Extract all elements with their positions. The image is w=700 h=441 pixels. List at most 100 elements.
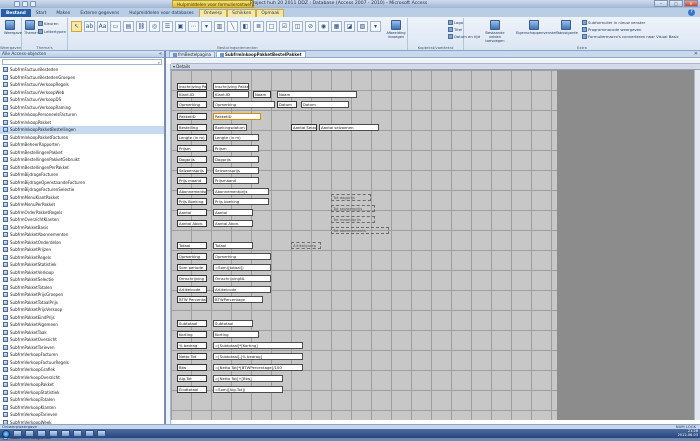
subform-new-window-button[interactable]: Subformulier in nieuw venster bbox=[582, 19, 645, 25]
form-label[interactable]: % bedrag bbox=[177, 342, 207, 349]
form-label[interactable]: Naam bbox=[253, 91, 271, 98]
view-code-button[interactable]: Programmacode weergeven bbox=[582, 26, 641, 32]
nav-list-item[interactable]: SubfrmMenuPerPakket bbox=[0, 201, 164, 209]
chart-control-icon[interactable]: ▥ bbox=[214, 21, 225, 32]
form-textbox[interactable]: =[Netto Tot]+[Btw] bbox=[213, 375, 283, 382]
form-label[interactable]: Aantal Abon. bbox=[177, 220, 207, 227]
nav-list-item[interactable]: SubfrmPakketOnderdelen bbox=[0, 239, 164, 247]
nav-list-item[interactable]: SubfrmBestellingenPakketGebruikt bbox=[0, 156, 164, 164]
nav-list-item[interactable]: SubfrmPakketOverzicht bbox=[0, 336, 164, 344]
form-textbox[interactable]: Prijsm bbox=[213, 145, 259, 152]
nav-list-item[interactable]: SubfrmPakketBasis bbox=[0, 224, 164, 232]
form-label[interactable]: Prijs Boeking bbox=[177, 198, 207, 205]
doc-tab-frmbestelpagina[interactable]: frmBestelpagina bbox=[169, 51, 215, 57]
start-button[interactable] bbox=[2, 430, 10, 438]
form-textbox[interactable]: Dagprijs bbox=[213, 156, 259, 163]
form-textbox[interactable]: Totaal bbox=[213, 242, 253, 249]
excel-icon[interactable] bbox=[73, 430, 82, 437]
form-label[interactable]: Inschrijving Pakket bbox=[177, 83, 207, 90]
vertical-scrollbar[interactable] bbox=[694, 70, 700, 420]
page-break-icon[interactable]: ⋯ bbox=[188, 21, 199, 32]
nav-search-input[interactable]: ⌕ bbox=[2, 59, 162, 65]
nav-pane-header[interactable]: Alle Access-objecten« bbox=[0, 51, 164, 58]
nav-list-item[interactable]: SubfrmPakketEindPrijs bbox=[0, 314, 164, 322]
nav-list-item[interactable]: SubfrmPakketTaak bbox=[0, 329, 164, 337]
nav-list-item[interactable]: SubfrmBeheerRapporten bbox=[0, 141, 164, 149]
subform-control-icon[interactable]: ▦ bbox=[331, 21, 342, 32]
design-grid[interactable]: Inschrijving PakketInschrijving Pakket.I… bbox=[171, 70, 557, 420]
nav-list-item[interactable]: SubfrmVerkoopOverzicht bbox=[0, 374, 164, 382]
nav-list-item[interactable]: SubfrmVerkoopTotalen bbox=[0, 396, 164, 404]
nav-list-item[interactable]: SubfrmBijdrageFacturen bbox=[0, 171, 164, 179]
form-label[interactable]: Bestelling bbox=[177, 124, 207, 131]
option-button-icon[interactable]: ◉ bbox=[318, 21, 329, 32]
nav-list-item[interactable]: SubfrmPakketTotalen bbox=[0, 284, 164, 292]
form-label[interactable]: Klant.ID bbox=[177, 91, 207, 98]
select-pointer-icon[interactable]: ↖ bbox=[71, 21, 82, 32]
attachment-control-icon[interactable]: ⊘ bbox=[305, 21, 316, 32]
more-controls-icon[interactable]: ▾ bbox=[370, 21, 381, 32]
unbound-object-icon[interactable]: ◫ bbox=[292, 21, 303, 32]
tab-database-tools[interactable]: Hulpmiddelen voor databases bbox=[124, 9, 198, 17]
nav-list-item[interactable]: SubfrmVerkoopKlanten bbox=[0, 404, 164, 412]
nav-list-item[interactable]: SubfrmInkoopPakketBestellingen bbox=[0, 126, 164, 134]
form-label[interactable]: Netto Tot bbox=[177, 353, 207, 360]
form-label[interactable]: Dagprijs bbox=[177, 156, 207, 163]
hidden-textbox[interactable]: Tot maandprijs bbox=[331, 216, 375, 223]
property-sheet-button[interactable]: Eigenschappenvenster bbox=[516, 19, 552, 39]
doc-tab-subform[interactable]: SubfrmInkoopPakketBestelPakket bbox=[216, 51, 306, 57]
nav-list-item[interactable]: SubfrmPakketPrijsVerkoop bbox=[0, 306, 164, 314]
nav-list-item[interactable]: SubfrmPakketAbonnementen bbox=[0, 231, 164, 239]
chrome-icon[interactable] bbox=[49, 430, 58, 437]
option-group-icon[interactable]: ▣ bbox=[175, 21, 186, 32]
form-textbox[interactable]: Klant.ID bbox=[213, 91, 249, 98]
nav-list-item[interactable]: SubfrmVerkoopGrafiek bbox=[0, 366, 164, 374]
checkbox-control-icon[interactable]: ☑ bbox=[279, 21, 290, 32]
combo-box-icon[interactable]: ▾ bbox=[201, 21, 212, 32]
nav-list-item[interactable]: SubfrmOverzichtKlanten bbox=[0, 216, 164, 224]
hidden-textbox[interactable]: Tot seizoenprijs bbox=[331, 205, 375, 212]
hyperlink-control-icon[interactable]: ⛓ bbox=[136, 21, 147, 32]
form-label[interactable]: PakketID bbox=[177, 113, 207, 120]
form-textbox[interactable]: =[Subtotaal]*[Korting] bbox=[213, 342, 303, 349]
tab-file[interactable]: Bestand bbox=[1, 9, 31, 17]
nav-list-item[interactable]: SubfrmPakketAlgemeen bbox=[0, 321, 164, 329]
nav-list-item[interactable]: SubfrmFactuurVerkoopWeb bbox=[0, 89, 164, 97]
access-icon[interactable] bbox=[85, 430, 94, 437]
tab-format[interactable]: Opmaak bbox=[256, 9, 284, 17]
form-label[interactable]: Prijs maand bbox=[177, 177, 207, 184]
views-button[interactable]: Weergave bbox=[4, 19, 16, 39]
nav-list-item[interactable]: SubfrmPakketTarieven bbox=[0, 344, 164, 352]
navigation-control-icon[interactable]: ☰ bbox=[162, 21, 173, 32]
form-textbox[interactable]: Opmerking bbox=[213, 101, 275, 108]
form-textbox[interactable]: Aantal seizoenen bbox=[319, 124, 379, 131]
tab-order-button[interactable]: Tabvolgorde bbox=[556, 19, 576, 39]
form-label[interactable]: Prijsm bbox=[177, 145, 207, 152]
hidden-textbox[interactable]: Tot dagprijs bbox=[331, 194, 371, 201]
button-control-icon[interactable]: ▭ bbox=[110, 21, 121, 32]
redo-icon[interactable] bbox=[30, 1, 36, 7]
hidden-textbox[interactable]: Tot abonnements bbox=[331, 227, 389, 234]
form-label[interactable]: Alg.Tot bbox=[177, 375, 207, 382]
form-textbox[interactable]: PakketID bbox=[213, 113, 261, 120]
media-player-icon[interactable] bbox=[37, 430, 46, 437]
bound-object-icon[interactable]: ◪ bbox=[344, 21, 355, 32]
outlook-icon[interactable] bbox=[97, 430, 106, 437]
chevron-left-icon[interactable]: « bbox=[159, 51, 162, 58]
form-textbox[interactable]: Lengte (in m) bbox=[213, 134, 259, 141]
form-label[interactable]: Korting bbox=[177, 331, 207, 338]
insert-image-button[interactable]: Afbeelding invoegen bbox=[386, 19, 406, 39]
image-control-icon[interactable]: ▨ bbox=[357, 21, 368, 32]
form-label[interactable]: Lengte (in m) bbox=[177, 134, 207, 141]
form-textbox[interactable]: =Som([totaal]) bbox=[213, 264, 271, 271]
nav-list-item[interactable]: SubfrmBijdrageOpenstaandeFacturen bbox=[0, 179, 164, 187]
list-box-icon[interactable]: ≣ bbox=[253, 21, 264, 32]
nav-list-item[interactable]: SubfrmFactuurVerkoopRaming bbox=[0, 104, 164, 112]
form-textbox[interactable]: Seizoensprijs bbox=[213, 167, 259, 174]
logo-button[interactable]: Logo bbox=[448, 19, 463, 25]
nav-list-item[interactable]: SubfrmPakketVerkoop bbox=[0, 269, 164, 277]
close-document-icon[interactable]: ✕ bbox=[694, 51, 698, 57]
nav-list-item[interactable]: SubfrmBijdrageFacturenSelectie bbox=[0, 186, 164, 194]
nav-list-item[interactable]: SubfrmPakketSelectie bbox=[0, 276, 164, 284]
form-textbox[interactable]: Naam bbox=[277, 91, 357, 98]
